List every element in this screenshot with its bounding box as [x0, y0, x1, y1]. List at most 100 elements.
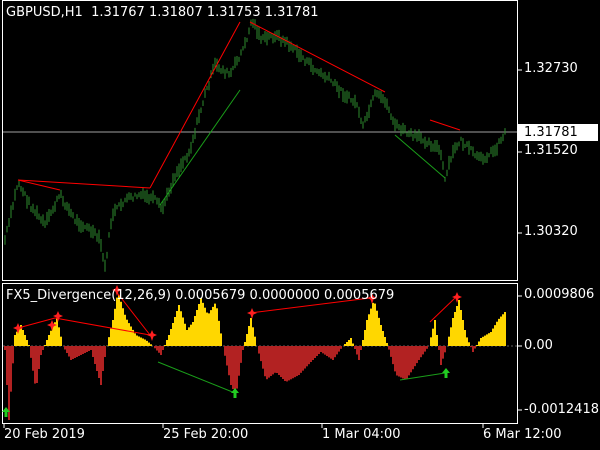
- histogram-bar: [436, 335, 438, 346]
- histogram-bar: [166, 340, 168, 346]
- histogram-bar: [396, 346, 398, 376]
- histogram-bar: [4, 346, 6, 350]
- histogram-bar: [80, 346, 82, 355]
- histogram-bar: [302, 346, 304, 371]
- histogram-bar: [44, 345, 46, 346]
- sell-arrow-icon: [247, 308, 257, 319]
- histogram-bar: [42, 346, 44, 350]
- histogram-bar: [140, 337, 142, 346]
- histogram-bar: [36, 346, 38, 383]
- histogram-bar: [228, 346, 230, 376]
- histogram-bar: [388, 346, 390, 350]
- histogram-bar: [98, 346, 100, 378]
- indicator-divergence-red: [54, 317, 151, 336]
- histogram-bar: [170, 329, 172, 346]
- indicator-divergence-red: [17, 317, 56, 329]
- histogram-bar: [122, 308, 124, 346]
- histogram-bar: [364, 330, 366, 346]
- histogram-bar: [492, 328, 494, 346]
- histogram-bar: [96, 346, 98, 371]
- histogram-bar: [504, 312, 506, 346]
- histogram-bar: [154, 346, 156, 349]
- histogram-bar: [78, 346, 80, 356]
- histogram-bar: [336, 346, 338, 355]
- chart-canvas[interactable]: [0, 0, 600, 450]
- histogram-bar: [120, 301, 122, 346]
- histogram-bar: [58, 327, 60, 346]
- indicator-divergence-green: [157, 361, 236, 394]
- histogram-bar: [300, 346, 302, 373]
- chart-window[interactable]: GBPUSD,H1 1.31767 1.31807 1.31753 1.3178…: [0, 0, 600, 450]
- histogram-bar: [144, 339, 146, 346]
- histogram-bar: [354, 346, 356, 349]
- histogram-bar: [416, 346, 418, 364]
- histogram-bar: [314, 346, 316, 358]
- histogram-bar: [28, 345, 30, 346]
- time-label-1: 20 Feb 2019: [4, 427, 85, 442]
- histogram-bar: [280, 346, 282, 377]
- histogram-bar: [68, 346, 70, 357]
- histogram-bar: [386, 343, 388, 346]
- histogram-bar: [110, 328, 112, 346]
- price-label-3: 1.30320: [524, 224, 578, 239]
- histogram-bar: [22, 330, 24, 346]
- histogram-bar: [164, 345, 166, 346]
- histogram-bar: [412, 346, 414, 370]
- histogram-bar: [72, 346, 74, 359]
- histogram-bar: [180, 311, 182, 346]
- histogram-bar: [322, 346, 324, 354]
- histogram-bar: [422, 346, 424, 355]
- histogram-bar: [248, 326, 250, 346]
- histogram-bar: [90, 346, 92, 350]
- histogram-bar: [168, 335, 170, 346]
- histogram-bar: [238, 346, 240, 376]
- histogram-bar: [76, 346, 78, 357]
- indicator-axis-zero: 0.00: [524, 338, 553, 353]
- indicator-name: FX5_Divergence(12,26,9): [6, 288, 171, 303]
- histogram-bar: [464, 330, 466, 346]
- histogram-bar: [102, 346, 104, 371]
- histogram-bar: [334, 346, 336, 358]
- histogram-bar: [320, 346, 322, 352]
- histogram-bar: [444, 346, 446, 353]
- histogram-bar: [196, 310, 198, 346]
- histogram-bar: [148, 342, 150, 346]
- histogram-bar: [276, 346, 278, 373]
- ohlc-values: 1.31767 1.31807 1.31753 1.31781: [91, 5, 319, 20]
- histogram-bar: [116, 297, 118, 346]
- histogram-bar: [448, 336, 450, 346]
- histogram-bar: [38, 346, 40, 369]
- histogram-bar: [12, 346, 14, 364]
- histogram-bar: [296, 346, 298, 377]
- histogram-bar: [270, 346, 272, 376]
- histogram-bar: [208, 313, 210, 346]
- histogram-bar: [234, 346, 236, 393]
- histogram-bar: [490, 332, 492, 346]
- histogram-bar: [250, 318, 252, 346]
- histogram-bar: [362, 340, 364, 346]
- histogram-bar: [220, 333, 222, 346]
- histogram-bar: [456, 306, 458, 346]
- histogram-bar: [424, 346, 426, 352]
- histogram-bar: [30, 346, 32, 358]
- histogram-bar: [468, 342, 470, 346]
- current-price-box: 1.31781: [518, 124, 598, 141]
- histogram-bar: [176, 311, 178, 346]
- histogram-bar: [286, 346, 288, 382]
- histogram-bar: [268, 346, 270, 378]
- histogram-bar: [34, 346, 36, 384]
- histogram-bar: [84, 346, 86, 353]
- buy-arrow-icon: [231, 388, 239, 398]
- histogram-bar: [142, 338, 144, 346]
- histogram-bar: [156, 346, 158, 351]
- histogram-bar: [288, 346, 290, 381]
- histogram-bar: [218, 320, 220, 346]
- histogram-bar: [202, 302, 204, 346]
- symbol-timeframe: GBPUSD,H1: [6, 5, 83, 20]
- histogram-bar: [374, 303, 376, 346]
- histogram-bar: [476, 345, 478, 346]
- symbol-title: GBPUSD,H1 1.31767 1.31807 1.31753 1.3178…: [6, 6, 319, 20]
- histogram-bar: [376, 310, 378, 346]
- histogram-bar: [458, 300, 460, 346]
- histogram-bar: [466, 337, 468, 346]
